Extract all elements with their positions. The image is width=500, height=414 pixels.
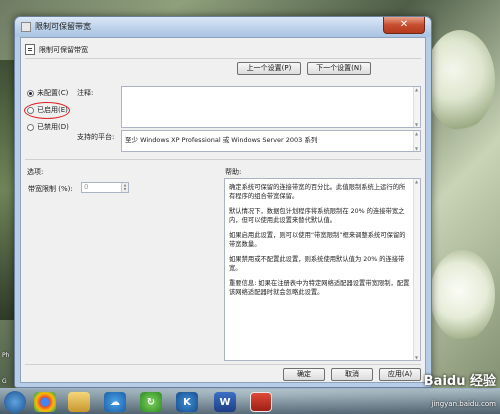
spinner-arrows-icon[interactable]: ▲ ▼ bbox=[121, 183, 128, 192]
window-icon bbox=[21, 22, 31, 32]
divider bbox=[25, 58, 421, 59]
apply-button[interactable]: 应用(A) bbox=[379, 368, 421, 381]
help-panel: 确定系统可保留的连接带宽的百分比。此值限制系统上运行的所有程序的组合带宽保留。 … bbox=[224, 178, 421, 361]
chrome-icon[interactable] bbox=[34, 392, 56, 412]
refresh-icon[interactable]: ↻ bbox=[140, 392, 162, 412]
k-icon[interactable]: K bbox=[176, 392, 198, 412]
help-label: 帮助: bbox=[225, 168, 242, 176]
radio-not-configured[interactable]: 未配置(C) bbox=[27, 88, 68, 98]
help-text: 确定系统可保留的连接带宽的百分比。此值限制系统上运行的所有程序的组合带宽保留。 … bbox=[229, 183, 410, 303]
supported-on-value: 至少 Windows XP Professional 或 Windows Ser… bbox=[125, 136, 318, 144]
window-title: 限制可保留带宽 bbox=[35, 22, 91, 31]
radio-button[interactable] bbox=[27, 123, 34, 131]
supported-on-label: 支持的平台: bbox=[77, 133, 115, 141]
cloud-icon[interactable]: ☁ bbox=[104, 392, 126, 412]
folder-icon[interactable] bbox=[68, 392, 90, 412]
policy-title: 限制可保留带宽 bbox=[39, 46, 88, 54]
scrollbar[interactable] bbox=[413, 179, 420, 360]
taskbar: ☁ ↻ K W bbox=[0, 388, 500, 414]
radio-disabled[interactable]: 已禁用(D) bbox=[27, 122, 69, 132]
watermark-url: jingyan.baidu.com bbox=[431, 400, 496, 408]
toolbox-icon[interactable] bbox=[250, 392, 272, 412]
desktop-icon-label[interactable]: Ph bbox=[2, 352, 9, 359]
options-label: 选项: bbox=[27, 168, 44, 176]
start-orb-icon[interactable] bbox=[4, 391, 26, 413]
help-paragraph: 如果启用此设置，则可以使用“带宽限制”框来调整系统可保留的带宽数量。 bbox=[229, 232, 406, 248]
policy-setting-icon bbox=[25, 44, 35, 55]
help-paragraph: 默认情况下，数据包计划程序将系统限制在 20% 的连接带宽之内，但可以使用此设置… bbox=[229, 208, 405, 224]
baidu-watermark: Baidu 经验 bbox=[423, 374, 496, 389]
comment-label: 注释: bbox=[77, 89, 94, 97]
close-button[interactable]: ✕ bbox=[383, 17, 425, 34]
wallpaper-flower bbox=[425, 30, 495, 130]
supported-on-box: 至少 Windows XP Professional 或 Windows Ser… bbox=[121, 130, 421, 152]
word-icon[interactable]: W bbox=[214, 392, 236, 412]
options-panel: 带宽限制 (%): 0 ▲ ▼ bbox=[25, 178, 217, 361]
comment-textarea[interactable] bbox=[121, 86, 421, 128]
bandwidth-limit-label: 带宽限制 (%): bbox=[28, 185, 73, 193]
annotation-circle bbox=[24, 102, 70, 119]
desktop-icon-label[interactable]: G bbox=[2, 378, 7, 385]
help-paragraph: 确定系统可保留的连接带宽的百分比。此值限制系统上运行的所有程序的组合带宽保留。 bbox=[229, 184, 406, 200]
radio-button[interactable] bbox=[27, 89, 34, 97]
help-paragraph: 重要信息: 如果在注册表中为特定网络适配器设置带宽限制，配置该网络适配器时就会忽… bbox=[229, 280, 410, 296]
divider bbox=[25, 159, 421, 160]
dialog-client-area: 限制可保留带宽 上一个设置(P) 下一个设置(N) 未配置(C) 已启用(E) … bbox=[20, 37, 426, 383]
bandwidth-limit-value: 0 bbox=[84, 183, 89, 191]
previous-setting-button[interactable]: 上一个设置(P) bbox=[237, 62, 301, 75]
scrollbar[interactable] bbox=[413, 131, 420, 151]
bandwidth-limit-spinner[interactable]: 0 ▲ ▼ bbox=[81, 182, 129, 193]
title-bar[interactable]: 限制可保留带宽 ✕ bbox=[15, 17, 431, 37]
radio-label: 未配置(C) bbox=[37, 89, 69, 97]
scrollbar[interactable] bbox=[413, 87, 420, 127]
next-setting-button[interactable]: 下一个设置(N) bbox=[307, 62, 371, 75]
help-paragraph: 如果禁用或不配置此设置，则系统使用默认值为 20% 的连接带宽。 bbox=[229, 256, 405, 272]
divider bbox=[25, 364, 421, 365]
policy-dialog-window: 限制可保留带宽 ✕ 限制可保留带宽 上一个设置(P) 下一个设置(N) 未配置(… bbox=[14, 16, 432, 388]
radio-label: 已禁用(D) bbox=[37, 123, 69, 131]
ok-button[interactable]: 确定 bbox=[283, 368, 325, 381]
cancel-button[interactable]: 取消 bbox=[331, 368, 373, 381]
wallpaper-flower bbox=[430, 250, 495, 340]
